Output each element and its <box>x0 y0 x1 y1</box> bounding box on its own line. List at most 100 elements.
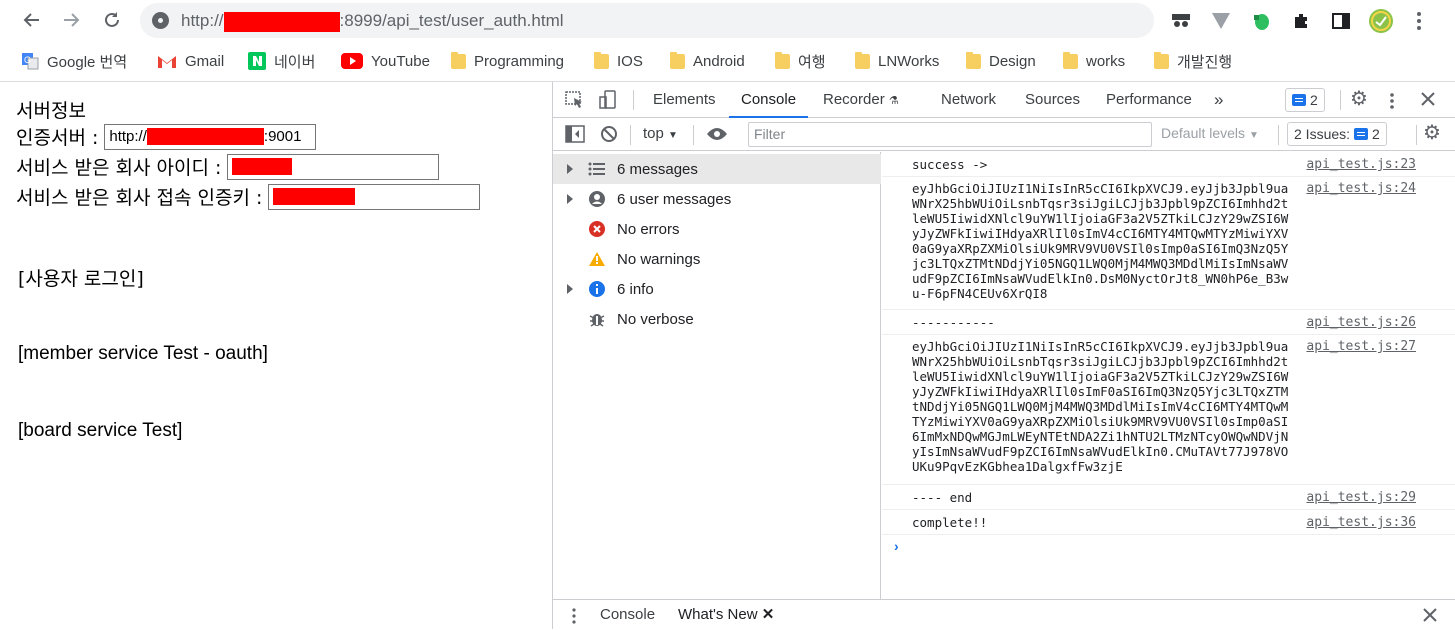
company-key-row: 서비스 받은 회사 접속 인증키 : <box>16 183 481 210</box>
forward-button[interactable] <box>57 6 85 34</box>
console-message: ---- end api_test.js:29 <box>882 485 1455 510</box>
bookmark-google-translate[interactable]: G Google 번역 <box>21 51 127 71</box>
sidebar-item-messages[interactable]: 6 messages <box>553 154 881 184</box>
bookmark-design[interactable]: Design <box>966 51 1036 71</box>
toolbar-separator <box>693 125 694 145</box>
devtools-menu-icon[interactable] <box>1389 92 1395 113</box>
bookmark-travel[interactable]: 여행 <box>775 51 826 71</box>
folder-icon <box>594 51 609 69</box>
message-source-link[interactable]: api_test.js:26 <box>1306 315 1416 330</box>
expand-caret-icon[interactable] <box>567 284 573 294</box>
bookmark-label: Design <box>989 52 1036 70</box>
close-drawer-icon[interactable] <box>1423 608 1437 625</box>
drawer-tab-console[interactable]: Console <box>600 600 655 630</box>
dropdown-arrow-icon: ▼ <box>668 130 678 141</box>
toolbar-separator <box>1278 125 1279 145</box>
company-id-input[interactable] <box>227 153 440 180</box>
sidebar-item-user-messages[interactable]: 6 user messages <box>553 184 881 214</box>
bookmark-naver[interactable]: 네이버 <box>248 51 315 71</box>
close-tab-icon[interactable]: ✕ <box>762 606 775 623</box>
drawer-tab-whats-new[interactable]: What's New ✕ <box>678 600 774 630</box>
user-icon <box>588 190 606 208</box>
bookmark-gmail[interactable]: Gmail <box>157 51 224 71</box>
expand-caret-icon[interactable] <box>567 194 573 204</box>
tab-elements[interactable]: Elements <box>653 82 716 118</box>
extensions-puzzle-icon[interactable] <box>1288 8 1314 34</box>
context-label: top <box>643 125 664 142</box>
console-settings-icon[interactable]: ⚙ <box>1423 120 1441 145</box>
messages-badge[interactable]: 2 <box>1285 88 1325 112</box>
bookmark-label: Android <box>693 52 745 70</box>
incognito-extension-icon[interactable] <box>1168 8 1194 34</box>
bookmark-works[interactable]: works <box>1063 51 1125 71</box>
tab-network[interactable]: Network <box>941 82 996 118</box>
issues-button[interactable]: 2 Issues: 2 <box>1287 122 1387 146</box>
server-info-heading: 서버정보 <box>16 96 86 123</box>
sidebar-item-info[interactable]: 6 info <box>553 274 881 304</box>
sidebar-item-warnings[interactable]: No warnings <box>553 244 881 274</box>
browser-menu-icon[interactable] <box>1406 8 1432 34</box>
address-bar[interactable]: http://:8999/api_test/user_auth.html <box>140 3 1154 38</box>
message-source-link[interactable]: api_test.js:27 <box>1306 339 1416 354</box>
reload-icon <box>105 12 119 27</box>
console-message: eyJhbGciOiJIUzI1NiIsInR5cCI6IkpXVCJ9.eyJ… <box>882 177 1455 310</box>
message-source-link[interactable]: api_test.js:24 <box>1306 181 1416 196</box>
company-key-label: 서비스 받은 회사 접속 인증키 : <box>16 187 263 209</box>
vue-devtools-icon[interactable] <box>1208 8 1234 34</box>
folder-icon <box>855 51 870 69</box>
site-info-icon[interactable] <box>152 12 169 29</box>
auth-server-row: 인증서버 : http://:9001 <box>16 123 317 150</box>
console-message: ----------- api_test.js:26 <box>882 310 1455 335</box>
bookmark-lnworks[interactable]: LNWorks <box>855 51 939 71</box>
side-panel-icon[interactable] <box>1328 8 1354 34</box>
bookmark-programming[interactable]: Programming <box>451 51 564 71</box>
live-expression-eye-icon[interactable] <box>706 126 728 145</box>
auth-server-input[interactable]: http://:9001 <box>104 123 317 150</box>
expand-caret-icon[interactable] <box>567 164 573 174</box>
bookmark-dev-progress[interactable]: 개발진행 <box>1154 51 1232 71</box>
drawer-menu-icon[interactable] <box>571 608 577 627</box>
console-prompt[interactable]: › <box>894 538 899 554</box>
list-icon <box>588 160 606 178</box>
evernote-icon[interactable] <box>1248 8 1274 34</box>
settings-gear-icon[interactable]: ⚙ <box>1350 86 1368 111</box>
message-source-link[interactable]: api_test.js:29 <box>1306 490 1416 505</box>
inspect-element-icon[interactable] <box>565 91 585 112</box>
tab-sources[interactable]: Sources <box>1025 82 1080 118</box>
console-filter-input[interactable]: Filter <box>748 122 1152 147</box>
bookmark-youtube[interactable]: YouTube <box>341 51 430 71</box>
log-levels-dropdown[interactable]: Default levels ▼ <box>1161 125 1259 141</box>
company-id-row: 서비스 받은 회사 아이디 : <box>16 153 440 180</box>
sidebar-item-errors[interactable]: No errors <box>553 214 881 244</box>
issue-icon <box>1354 128 1369 140</box>
tab-recorder[interactable]: Recorder ⚗ <box>823 82 899 118</box>
bookmark-ios[interactable]: IOS <box>594 51 643 71</box>
bookmark-android[interactable]: Android <box>670 51 745 71</box>
console-filter-bar: top ▼ Filter Default levels ▼ 2 Issues: 2… <box>553 118 1455 151</box>
bookmark-label: IOS <box>617 52 643 70</box>
device-toolbar-icon[interactable] <box>598 90 618 113</box>
url-text[interactable]: http://:8999/api_test/user_auth.html <box>181 11 564 32</box>
tab-console[interactable]: Console <box>729 82 809 118</box>
message-text: complete!! <box>912 515 988 530</box>
sidebar-toggle-icon[interactable] <box>565 125 585 146</box>
clear-console-icon[interactable] <box>600 125 618 146</box>
context-selector[interactable]: top ▼ <box>643 125 678 142</box>
message-source-link[interactable]: api_test.js:23 <box>1306 157 1416 172</box>
tab-performance[interactable]: Performance <box>1106 82 1192 118</box>
console-output: success -> api_test.js:23 eyJhbGciOiJIUz… <box>882 152 1455 599</box>
message-source-link[interactable]: api_test.js:36 <box>1306 515 1416 530</box>
info-icon <box>588 280 606 298</box>
reload-button[interactable] <box>98 6 126 34</box>
company-key-input[interactable] <box>268 183 481 210</box>
profile-avatar[interactable] <box>1368 8 1394 34</box>
back-button[interactable] <box>18 6 46 34</box>
bookmark-label: YouTube <box>371 52 430 70</box>
message-text: success -> <box>912 157 988 172</box>
more-tabs-icon[interactable]: » <box>1214 82 1223 118</box>
folder-icon <box>451 51 466 69</box>
close-devtools-icon[interactable] <box>1421 92 1435 109</box>
sidebar-item-verbose[interactable]: No verbose <box>553 304 881 334</box>
naver-icon <box>248 52 266 70</box>
drawer-tab-label: What's New <box>678 606 758 623</box>
